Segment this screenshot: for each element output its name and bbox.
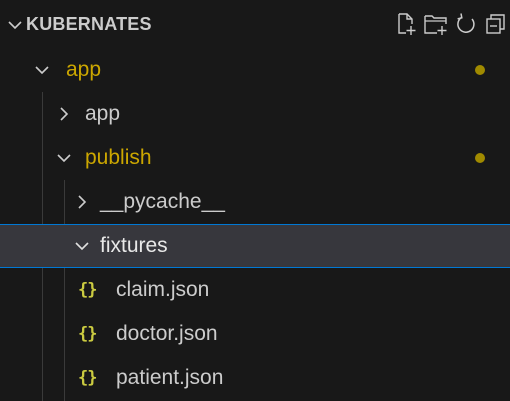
- tree-item-fixtures[interactable]: fixtures: [0, 224, 510, 268]
- chevron-down-icon[interactable]: [6, 16, 24, 34]
- explorer-header[interactable]: KUBERNATES: [0, 0, 510, 48]
- tree-item-label: app: [66, 58, 102, 81]
- tree-item-label: doctor.json: [116, 322, 218, 345]
- tree-item-file[interactable]: {} claim.json: [0, 268, 510, 312]
- chevron-down-icon: [57, 154, 71, 163]
- new-file-icon[interactable]: [392, 10, 420, 38]
- json-icon: {}: [78, 280, 98, 300]
- json-icon: {}: [78, 368, 98, 388]
- tree-item-pycache[interactable]: __pycache__: [0, 180, 510, 224]
- modified-indicator: [475, 153, 485, 163]
- chevron-right-icon: [78, 195, 87, 209]
- tree-item-file[interactable]: {} doctor.json: [0, 312, 510, 356]
- chevron-right-icon: [60, 107, 69, 121]
- chevron-down-icon: [75, 242, 89, 251]
- chevron-down-icon: [35, 66, 49, 75]
- modified-indicator: [475, 65, 485, 75]
- new-folder-icon[interactable]: [422, 10, 450, 38]
- workspace-title[interactable]: KUBERNATES: [26, 14, 152, 35]
- tree-item-app-root[interactable]: app: [0, 48, 510, 92]
- explorer-actions: [392, 10, 510, 38]
- json-icon: {}: [78, 324, 98, 344]
- tree-item-label: patient.json: [116, 366, 224, 389]
- tree-item-label: fixtures: [100, 234, 168, 257]
- explorer-panel: KUBERNATES app app publish __pycache__ f…: [0, 0, 510, 401]
- tree-item-label: __pycache__: [100, 190, 225, 213]
- tree-item-label: claim.json: [116, 278, 210, 301]
- tree-item-publish[interactable]: publish: [0, 136, 510, 180]
- tree-item-label: app: [85, 102, 121, 125]
- collapse-all-icon[interactable]: [482, 10, 510, 38]
- tree-item-app-child[interactable]: app: [0, 92, 510, 136]
- tree-item-label: publish: [85, 146, 152, 169]
- tree-item-file[interactable]: {} patient.json: [0, 356, 510, 400]
- refresh-icon[interactable]: [452, 10, 480, 38]
